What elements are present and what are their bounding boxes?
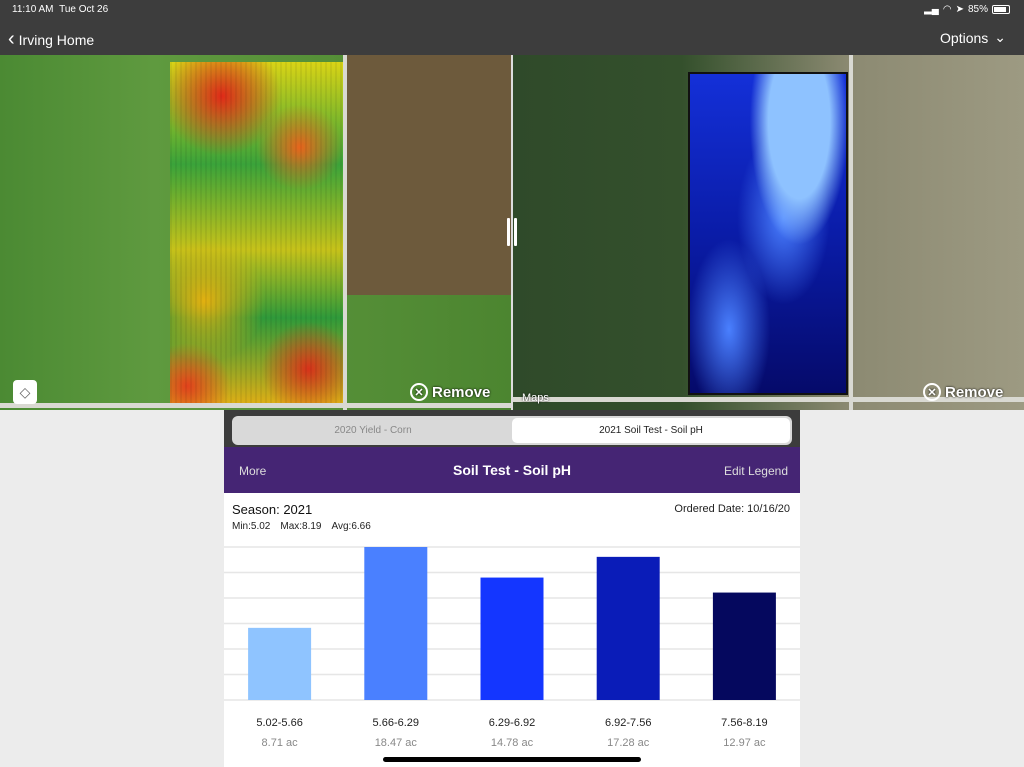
soil-ph-bar-chart: 5.02-5.66 8.71 ac 5.66-6.29 18.47 ac 6.29-6.… xyxy=(224,546,800,749)
category-label: 6.92-7.56 xyxy=(605,717,651,729)
bar[interactable] xyxy=(248,627,312,700)
battery-icon xyxy=(992,5,1010,14)
value-label: 14.78 ac xyxy=(491,737,534,749)
legend-header: More Soil Test - Soil pH Edit Legend xyxy=(224,447,800,493)
close-circle-icon: ✕ xyxy=(923,383,941,401)
battery-percent: 85% xyxy=(967,4,988,15)
back-label: Irving Home xyxy=(18,31,95,48)
category-label: 5.02-5.66 xyxy=(256,717,302,729)
status-bar: 11:10 AM Tue Oct 26 ▂▄ ◠ ➤ 85% xyxy=(0,0,1024,20)
bar[interactable] xyxy=(480,577,544,700)
remove-right-button[interactable]: ✕ Remove xyxy=(923,383,1003,401)
bar[interactable] xyxy=(712,592,776,700)
date: Tue Oct 26 xyxy=(59,4,109,15)
map-left-yield[interactable]: ◇ ✕ Remove xyxy=(0,55,511,410)
home-indicator[interactable] xyxy=(383,757,641,762)
legend-panel: 2020 Yield - Corn 2021 Soil Test - Soil … xyxy=(224,410,800,767)
back-button[interactable]: ‹ Irving Home xyxy=(8,28,94,51)
max-value: Max:8.19 xyxy=(280,521,322,532)
close-circle-icon: ✕ xyxy=(410,383,428,401)
remove-label: Remove xyxy=(945,383,1004,401)
ordered-date: Ordered Date: 10/16/20 xyxy=(674,503,790,515)
value-label: 18.47 ac xyxy=(375,737,418,749)
segment-soil-ph[interactable]: 2021 Soil Test - Soil pH xyxy=(512,418,790,443)
category-label: 5.66-6.29 xyxy=(373,717,419,729)
road xyxy=(849,55,853,410)
options-button[interactable]: Options ⌄ xyxy=(940,29,1006,46)
road xyxy=(343,55,347,410)
layers-button[interactable]: ◇ xyxy=(13,380,37,404)
time: 11:10 AM xyxy=(12,4,54,15)
category-label: 6.29-6.92 xyxy=(489,717,535,729)
legend-title: Soil Test - Soil pH xyxy=(453,462,571,478)
value-label: 12.97 ac xyxy=(723,737,766,749)
wifi-icon: ◠ xyxy=(942,4,952,15)
options-label: Options xyxy=(940,29,989,46)
soil-ph-field-overlay xyxy=(688,72,848,395)
remove-label: Remove xyxy=(432,383,491,401)
stats-row: Min:5.02 Max:8.19 Avg:6.66 xyxy=(232,521,371,532)
min-value: Min:5.02 xyxy=(232,521,271,532)
signal-icon: ▂▄ xyxy=(924,4,939,15)
maps-attribution: Maps xyxy=(522,392,549,404)
split-drag-handle[interactable] xyxy=(505,218,519,248)
remove-left-button[interactable]: ✕ Remove xyxy=(410,383,490,401)
map-right-soil-ph[interactable]: Maps ✕ Remove xyxy=(513,55,1024,410)
nav-bar: ‹ Irving Home Options ⌄ xyxy=(0,20,1024,55)
bar[interactable] xyxy=(596,556,660,700)
edit-legend-button[interactable]: Edit Legend xyxy=(724,464,788,478)
value-label: 8.71 ac xyxy=(262,737,299,749)
bar[interactable] xyxy=(364,547,428,700)
value-label: 17.28 ac xyxy=(607,737,650,749)
season-label: Season: 2021 xyxy=(232,502,313,517)
chevron-left-icon: ‹ xyxy=(8,28,15,50)
layer-segmented-control: 2020 Yield - Corn 2021 Soil Test - Soil … xyxy=(232,416,792,445)
location-icon: ➤ xyxy=(955,4,964,15)
yield-field-overlay xyxy=(170,62,343,403)
status-right: ▂▄ ◠ ➤ 85% xyxy=(924,4,1010,15)
status-time: 11:10 AM Tue Oct 26 xyxy=(12,4,108,15)
avg-value: Avg:6.66 xyxy=(331,521,371,532)
road xyxy=(0,403,511,408)
category-label: 7.56-8.19 xyxy=(721,717,767,729)
adjacent-field xyxy=(346,55,511,295)
chevron-down-icon: ⌄ xyxy=(994,29,1006,45)
segment-yield-corn[interactable]: 2020 Yield - Corn xyxy=(234,418,512,443)
